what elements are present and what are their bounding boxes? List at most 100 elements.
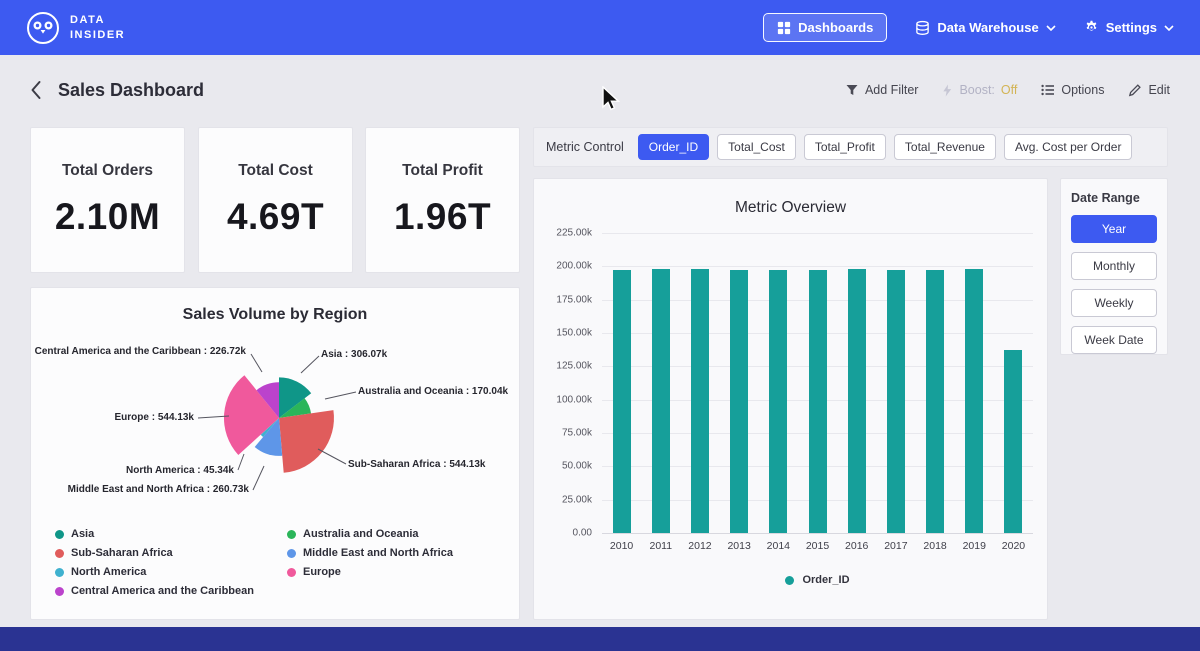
bar	[613, 270, 631, 533]
y-tick-label: 225.00k	[556, 228, 592, 239]
y-tick-label: 50.00k	[562, 461, 592, 472]
bar	[809, 270, 827, 533]
metric-button[interactable]: Total_Profit	[804, 134, 886, 160]
legend-label: Sub-Saharan Africa	[71, 547, 173, 559]
database-icon	[915, 20, 930, 36]
x-tick-label: 2010	[602, 540, 641, 552]
pie-callout-central-america: Central America and the Caribbean : 226.…	[35, 346, 246, 357]
legend-label: Middle East and North Africa	[303, 547, 453, 559]
kpi-card-total-cost: Total Cost 4.69T	[198, 127, 353, 273]
list-icon	[1041, 84, 1055, 96]
edit-label: Edit	[1148, 83, 1170, 97]
nav-dashboards[interactable]: Dashboards	[763, 13, 887, 42]
legend-dot	[287, 530, 296, 539]
x-tick-label: 2019	[955, 540, 994, 552]
bar	[652, 269, 670, 533]
kpi-label: Total Orders	[62, 162, 153, 180]
metric-button[interactable]: Total_Cost	[717, 134, 796, 160]
legend-label: Asia	[71, 528, 94, 540]
bar	[926, 270, 944, 533]
x-tick-label: 2011	[641, 540, 680, 552]
chevron-down-icon	[1046, 25, 1056, 31]
pie-callout-middle-east: Middle East and North Africa : 260.73k	[68, 484, 249, 495]
add-filter-label: Add Filter	[865, 83, 919, 97]
kpi-value: 2.10M	[55, 196, 160, 238]
pie-callout-north-america: North America : 45.34k	[126, 465, 234, 476]
legend-dot	[287, 549, 296, 558]
brand-logo: DATA INSIDER	[26, 11, 125, 45]
filter-icon	[845, 83, 859, 97]
y-tick-label: 75.00k	[562, 428, 592, 439]
pie-legend-item[interactable]: Sub-Saharan Africa	[55, 547, 287, 559]
date-range-button[interactable]: Year	[1071, 215, 1157, 243]
bolt-icon	[942, 83, 953, 98]
date-range-button[interactable]: Week Date	[1071, 326, 1157, 354]
bar	[730, 270, 748, 533]
page-header: Sales Dashboard Add Filter Boost: Off Op…	[0, 55, 1200, 125]
bar-legend-dot	[785, 576, 794, 585]
pie-legend-item[interactable]: Asia	[55, 528, 287, 540]
pie-callout-australia: Australia and Oceania : 170.04k	[358, 386, 508, 397]
bar	[848, 269, 866, 533]
legend-label: Europe	[303, 566, 341, 578]
x-tick-label: 2015	[798, 540, 837, 552]
pie-legend: Asia Sub-Saharan Africa North America Centr…	[55, 528, 519, 597]
sales-volume-card: Sales Volume by Region Central America a…	[30, 287, 520, 620]
pie-slice[interactable]	[279, 410, 334, 473]
bar-plot-area	[602, 233, 1033, 533]
pie-legend-item[interactable]: Australia and Oceania	[287, 528, 519, 540]
owl-logo-icon	[26, 11, 60, 45]
boost-state: Off	[1001, 83, 1017, 97]
kpi-value: 1.96T	[394, 196, 491, 238]
legend-dot	[55, 587, 64, 596]
date-range-button[interactable]: Weekly	[1071, 289, 1157, 317]
options-button[interactable]: Options	[1041, 83, 1104, 97]
nav-dashboards-label: Dashboards	[798, 20, 873, 35]
bar	[1004, 350, 1022, 533]
y-tick-label: 150.00k	[556, 328, 592, 339]
bar-y-axis: 225.00k200.00k175.00k150.00k125.00k100.0…	[542, 233, 596, 533]
legend-dot	[55, 568, 64, 577]
kpi-value: 4.69T	[227, 196, 324, 238]
bar-legend[interactable]: Order_ID	[534, 574, 1047, 586]
kpi-card-total-profit: Total Profit 1.96T	[365, 127, 520, 273]
date-range-panel: Date Range YearMonthlyWeeklyWeek Date	[1060, 178, 1168, 355]
footer-bar	[0, 627, 1200, 651]
metric-button[interactable]: Total_Revenue	[894, 134, 996, 160]
nav-data-warehouse[interactable]: Data Warehouse	[915, 20, 1055, 36]
metric-control-label: Metric Control	[546, 140, 624, 154]
nav-settings[interactable]: Settings	[1084, 20, 1174, 35]
y-tick-label: 0.00	[573, 528, 592, 539]
pie-callout-europe: Europe : 544.13k	[115, 412, 194, 423]
add-filter-button[interactable]: Add Filter	[845, 83, 919, 97]
pie-slices	[224, 375, 334, 473]
brand-line2: INSIDER	[70, 28, 125, 43]
edit-button[interactable]: Edit	[1128, 83, 1170, 97]
pie-legend-item[interactable]: Middle East and North Africa	[287, 547, 519, 559]
metric-control-bar: Metric Control Order_ID Total_Cost Total_P…	[533, 127, 1168, 167]
y-tick-label: 200.00k	[556, 261, 592, 272]
legend-label: Australia and Oceania	[303, 528, 419, 540]
metric-overview-card: Metric Overview 225.00k200.00k175.00k150…	[533, 178, 1048, 620]
back-button[interactable]	[30, 80, 42, 100]
boost-toggle[interactable]: Boost: Off	[942, 83, 1017, 98]
y-tick-label: 125.00k	[556, 361, 592, 372]
gear-icon	[1084, 20, 1099, 35]
date-range-button[interactable]: Monthly	[1071, 252, 1157, 280]
legend-label: North America	[71, 566, 146, 578]
y-tick-label: 100.00k	[556, 394, 592, 405]
pie-chart-title: Sales Volume by Region	[31, 306, 519, 324]
kpi-label: Total Cost	[238, 162, 313, 180]
pie-legend-item[interactable]: Europe	[287, 566, 519, 578]
boost-label: Boost:	[959, 83, 994, 97]
metric-button[interactable]: Order_ID	[638, 134, 709, 160]
nav-settings-label: Settings	[1106, 20, 1157, 35]
bar	[965, 269, 983, 533]
pie-legend-item[interactable]: North America	[55, 566, 287, 578]
legend-dot	[287, 568, 296, 577]
legend-dot	[55, 549, 64, 558]
pie-legend-item[interactable]: Central America and the Caribbean	[55, 585, 287, 597]
metric-button[interactable]: Avg. Cost per Order	[1004, 134, 1133, 160]
bar	[769, 270, 787, 533]
pie-chart: Central America and the Caribbean : 226.…	[31, 332, 519, 514]
